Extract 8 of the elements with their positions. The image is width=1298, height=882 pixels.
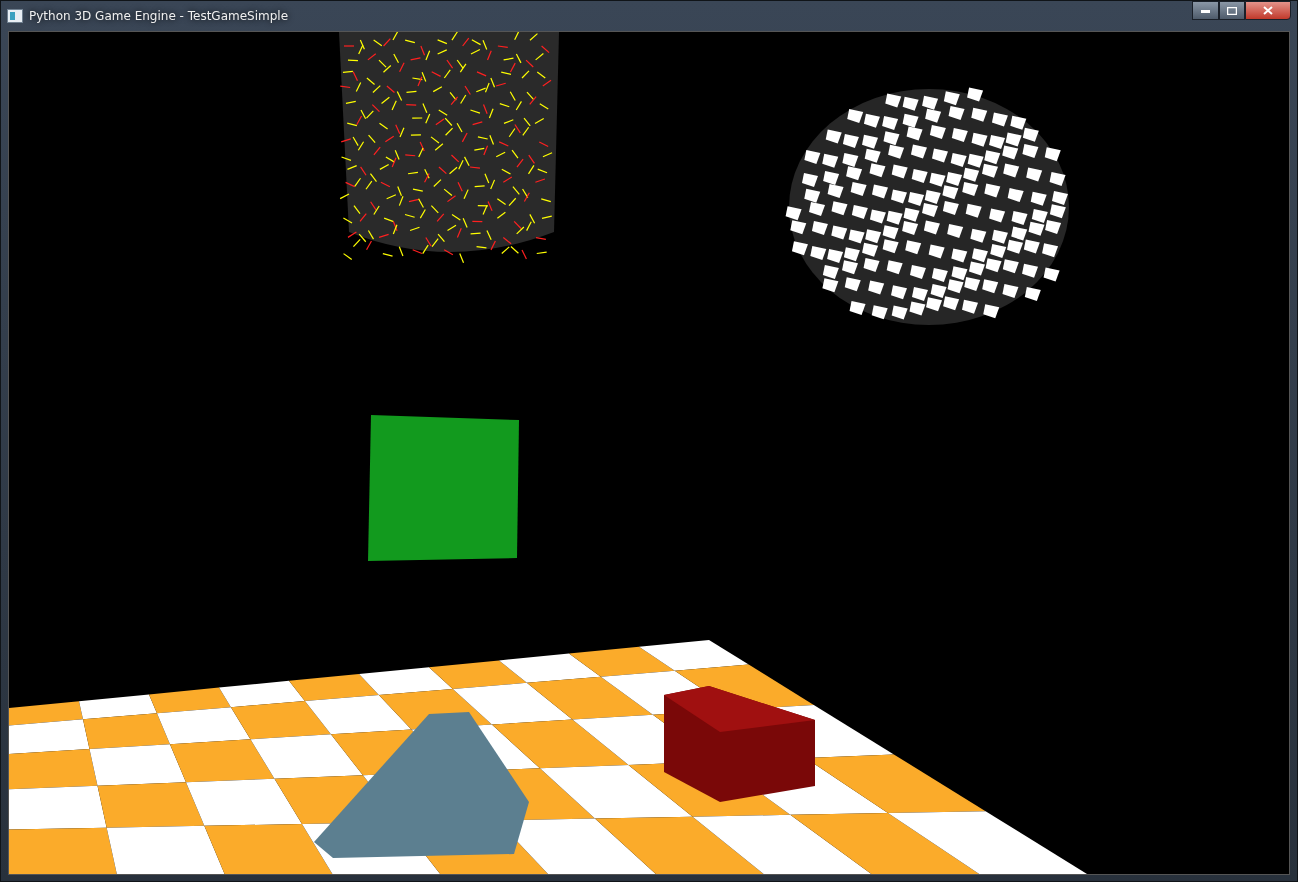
- close-icon: [1263, 6, 1273, 15]
- minimize-button[interactable]: [1192, 1, 1219, 20]
- maximize-icon: [1227, 6, 1237, 15]
- app-icon: [7, 9, 23, 23]
- window-title: Python 3D Game Engine - TestGameSimple: [29, 9, 289, 23]
- maximize-button[interactable]: [1219, 1, 1245, 20]
- minimize-icon: [1201, 8, 1210, 13]
- close-button[interactable]: [1245, 1, 1291, 20]
